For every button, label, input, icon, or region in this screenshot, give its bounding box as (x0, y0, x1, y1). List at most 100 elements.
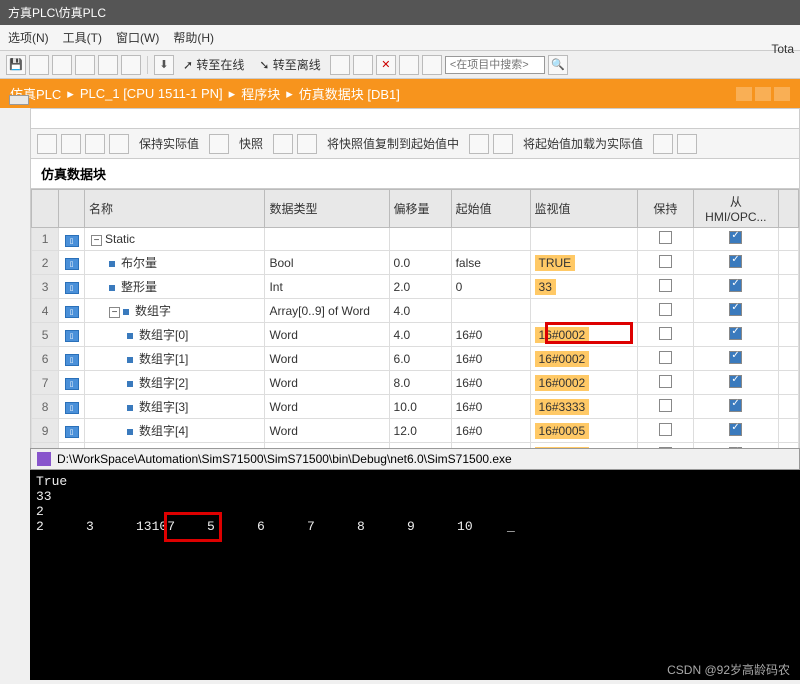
db-tool-11[interactable] (677, 134, 697, 154)
cell-start[interactable]: 16#0 (451, 419, 530, 443)
tool-icon-4[interactable] (98, 55, 118, 75)
console-output[interactable]: True 33 2 23131075678910_ (30, 470, 800, 680)
copy-snapshot-button[interactable]: 将快照值复制到起始值中 (321, 133, 465, 154)
cell-start[interactable]: 16#0 (451, 347, 530, 371)
cell-dtype[interactable]: Word (265, 395, 389, 419)
goto-online-button[interactable]: ➚ 转至在线 (177, 54, 250, 75)
cell-dtype[interactable] (265, 228, 389, 251)
tool-icon-3[interactable] (75, 55, 95, 75)
db-tool-6[interactable] (273, 134, 293, 154)
snapshot-button[interactable]: 快照 (233, 133, 269, 154)
cell-name[interactable]: 数组字[3] (85, 395, 265, 419)
db-tool-9[interactable] (493, 134, 513, 154)
maximize-icon[interactable] (755, 87, 771, 101)
cell-retain[interactable] (637, 251, 693, 275)
table-row[interactable]: 4▯−数组字Array[0..9] of Word4.0 (32, 299, 799, 323)
tool-icon-5[interactable] (121, 55, 141, 75)
keep-actual-button[interactable]: 保持实际值 (133, 133, 205, 154)
db-tool-7[interactable] (297, 134, 317, 154)
close-icon[interactable]: ✕ (376, 55, 396, 75)
cell-dtype[interactable]: Word (265, 347, 389, 371)
db-tool-4[interactable] (109, 134, 129, 154)
cell-retain[interactable] (637, 371, 693, 395)
table-row[interactable]: 9▯数组字[4]Word12.016#016#0005 (32, 419, 799, 443)
cell-start[interactable]: 16#0 (451, 395, 530, 419)
cell-dtype[interactable]: Bool (265, 251, 389, 275)
table-row[interactable]: 5▯数组字[0]Word4.016#016#0002 (32, 323, 799, 347)
cell-name[interactable]: 数组字[0] (85, 323, 265, 347)
table-row[interactable]: 7▯数组字[2]Word8.016#016#0002 (32, 371, 799, 395)
download-icon[interactable]: ⬇ (154, 55, 174, 75)
cell-dtype[interactable]: Array[0..9] of Word (265, 299, 389, 323)
db-tool-5[interactable] (209, 134, 229, 154)
col-start[interactable]: 起始值 (451, 190, 530, 228)
close-window-icon[interactable] (774, 87, 790, 101)
col-hmi[interactable]: 从 HMI/OPC... (694, 190, 779, 228)
cell-retain[interactable] (637, 275, 693, 299)
cell-hmi[interactable] (694, 371, 779, 395)
tool-icon-8[interactable] (399, 55, 419, 75)
cell-name[interactable]: −Static (85, 228, 265, 251)
cell-hmi[interactable] (694, 251, 779, 275)
col-offset[interactable]: 偏移量 (389, 190, 451, 228)
cell-hmi[interactable] (694, 347, 779, 371)
goto-offline-button[interactable]: ➘ 转至离线 (253, 54, 326, 75)
table-row[interactable]: 3▯整形量Int2.0033 (32, 275, 799, 299)
crumb-db[interactable]: 仿真数据块 [DB1] (299, 84, 400, 103)
crumb-plc[interactable]: PLC_1 [CPU 1511-1 PN] (80, 86, 223, 101)
cell-start[interactable] (451, 299, 530, 323)
db-tool-1[interactable] (37, 134, 57, 154)
cell-start[interactable]: false (451, 251, 530, 275)
cell-retain[interactable] (637, 395, 693, 419)
cell-retain[interactable] (637, 299, 693, 323)
cell-dtype[interactable]: Word (265, 419, 389, 443)
cell-start[interactable]: 0 (451, 275, 530, 299)
cell-hmi[interactable] (694, 323, 779, 347)
expand-toggle-icon[interactable]: − (109, 307, 120, 318)
table-row[interactable]: 2▯布尔量Bool0.0falseTRUE (32, 251, 799, 275)
cell-retain[interactable] (637, 323, 693, 347)
cell-dtype[interactable]: Word (265, 323, 389, 347)
tool-icon-7[interactable] (353, 55, 373, 75)
menu-help[interactable]: 帮助(H) (173, 29, 214, 46)
cell-start[interactable] (451, 228, 530, 251)
cell-start[interactable]: 16#0 (451, 371, 530, 395)
cell-hmi[interactable] (694, 419, 779, 443)
project-search-input[interactable] (445, 56, 545, 74)
cell-name[interactable]: 数组字[1] (85, 347, 265, 371)
db-tool-10[interactable] (653, 134, 673, 154)
cell-dtype[interactable]: Int (265, 275, 389, 299)
col-name[interactable]: 名称 (85, 190, 265, 228)
table-row[interactable]: 8▯数组字[3]Word10.016#016#3333 (32, 395, 799, 419)
menu-tools[interactable]: 工具(T) (63, 29, 102, 46)
cell-hmi[interactable] (694, 395, 779, 419)
expand-toggle-icon[interactable]: − (91, 235, 102, 246)
table-row[interactable]: 1▯−Static (32, 228, 799, 251)
cell-name[interactable]: 数组字[2] (85, 371, 265, 395)
cell-dtype[interactable]: Word (265, 371, 389, 395)
db-tool-8[interactable] (469, 134, 489, 154)
menu-window[interactable]: 窗口(W) (116, 29, 159, 46)
cell-name[interactable]: −数组字 (85, 299, 265, 323)
save-icon[interactable]: 💾 (6, 55, 26, 75)
cell-hmi[interactable] (694, 299, 779, 323)
col-monitor[interactable]: 监视值 (530, 190, 637, 228)
cell-start[interactable]: 16#0 (451, 323, 530, 347)
minimize-icon[interactable] (736, 87, 752, 101)
db-tool-3[interactable] (85, 134, 105, 154)
col-retain[interactable]: 保持 (637, 190, 693, 228)
cell-hmi[interactable] (694, 228, 779, 251)
search-icon[interactable]: 🔍 (548, 55, 568, 75)
tool-icon-1[interactable] (29, 55, 49, 75)
cell-name[interactable]: 数组字[4] (85, 419, 265, 443)
tool-icon-6[interactable] (330, 55, 350, 75)
tool-icon-9[interactable] (422, 55, 442, 75)
crumb-blocks[interactable]: 程序块 (241, 84, 280, 103)
cell-hmi[interactable] (694, 275, 779, 299)
col-dtype[interactable]: 数据类型 (265, 190, 389, 228)
load-start-button[interactable]: 将起始值加载为实际值 (517, 133, 649, 154)
cell-name[interactable]: 整形量 (85, 275, 265, 299)
table-row[interactable]: 6▯数组字[1]Word6.016#016#0002 (32, 347, 799, 371)
cell-name[interactable]: 布尔量 (85, 251, 265, 275)
cell-retain[interactable] (637, 347, 693, 371)
